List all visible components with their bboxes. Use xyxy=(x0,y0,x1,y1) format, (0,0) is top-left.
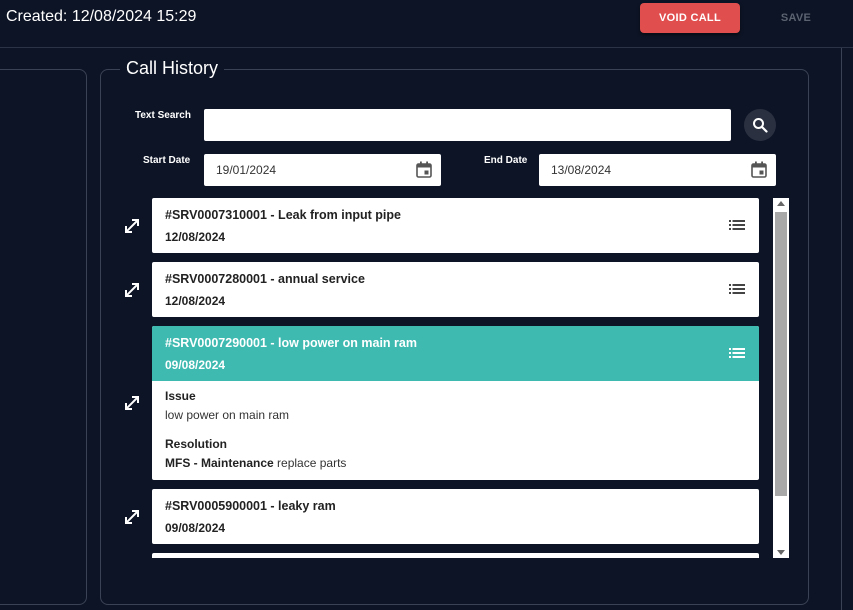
left-panel xyxy=(0,69,87,605)
call-card[interactable]: #SRV0005900001 - leaky ram 09/08/2024 xyxy=(152,489,759,544)
call-card[interactable] xyxy=(152,553,759,558)
call-date: 09/08/2024 xyxy=(165,521,226,535)
scroll-down-arrow[interactable] xyxy=(777,550,785,555)
calendar-icon[interactable] xyxy=(751,161,767,178)
call-title: #SRV0007290001 - low power on main ram xyxy=(165,336,417,350)
call-list: #SRV0007310001 - Leak from input pipe 12… xyxy=(110,198,790,558)
resolution-value: MFS - Maintenance replace parts xyxy=(165,456,346,470)
start-date-label: Start Date xyxy=(143,155,191,166)
text-search-label: Text Search xyxy=(135,110,191,121)
call-card-header xyxy=(152,326,759,381)
call-date: 12/08/2024 xyxy=(165,230,226,244)
void-call-button[interactable]: VOID CALL xyxy=(640,3,740,33)
issue-value: low power on main ram xyxy=(165,408,290,422)
expand-icon[interactable] xyxy=(123,217,141,235)
scroll-thumb[interactable] xyxy=(775,212,787,496)
list-icon[interactable] xyxy=(729,219,745,231)
call-title: #SRV0005900001 - leaky ram xyxy=(165,499,336,513)
resolution-label: Resolution xyxy=(165,437,227,451)
resolution-category: MFS - Maintenance xyxy=(165,456,274,470)
list-icon[interactable] xyxy=(729,347,745,359)
start-date-field[interactable]: 19/01/2024 xyxy=(204,154,441,186)
start-date-value: 19/01/2024 xyxy=(216,163,277,177)
call-date: 09/08/2024 xyxy=(165,358,226,372)
list-scrollbar[interactable] xyxy=(773,198,789,558)
call-card[interactable]: #SRV0007310001 - Leak from input pipe 12… xyxy=(152,198,759,253)
end-date-field[interactable]: 13/08/2024 xyxy=(539,154,776,186)
end-date-label: End Date xyxy=(484,155,528,166)
expand-icon[interactable] xyxy=(123,394,141,412)
call-card-expanded[interactable]: #SRV0007290001 - low power on main ram 0… xyxy=(152,326,759,480)
search-icon xyxy=(753,118,768,133)
list-icon[interactable] xyxy=(729,283,745,295)
call-date: 12/08/2024 xyxy=(165,294,226,308)
right-divider xyxy=(841,48,842,610)
save-button[interactable]: SAVE xyxy=(766,3,826,33)
calendar-icon[interactable] xyxy=(416,161,432,178)
created-timestamp: Created: 12/08/2024 15:29 xyxy=(6,8,197,25)
end-date-value: 13/08/2024 xyxy=(551,163,612,177)
expand-icon[interactable] xyxy=(123,508,141,526)
resolution-text: replace parts xyxy=(277,456,347,470)
call-history-title: Call History xyxy=(120,58,225,79)
scroll-up-arrow[interactable] xyxy=(777,201,785,206)
call-title: #SRV0007310001 - Leak from input pipe xyxy=(165,208,401,222)
issue-label: Issue xyxy=(165,389,196,403)
call-title: #SRV0007280001 - annual service xyxy=(165,272,365,286)
top-bar: Created: 12/08/2024 15:29 VOID CALL SAVE xyxy=(0,0,853,48)
call-card[interactable]: #SRV0007280001 - annual service 12/08/20… xyxy=(152,262,759,317)
search-button[interactable] xyxy=(744,109,776,141)
text-search-input[interactable] xyxy=(204,109,731,141)
expand-icon[interactable] xyxy=(123,281,141,299)
